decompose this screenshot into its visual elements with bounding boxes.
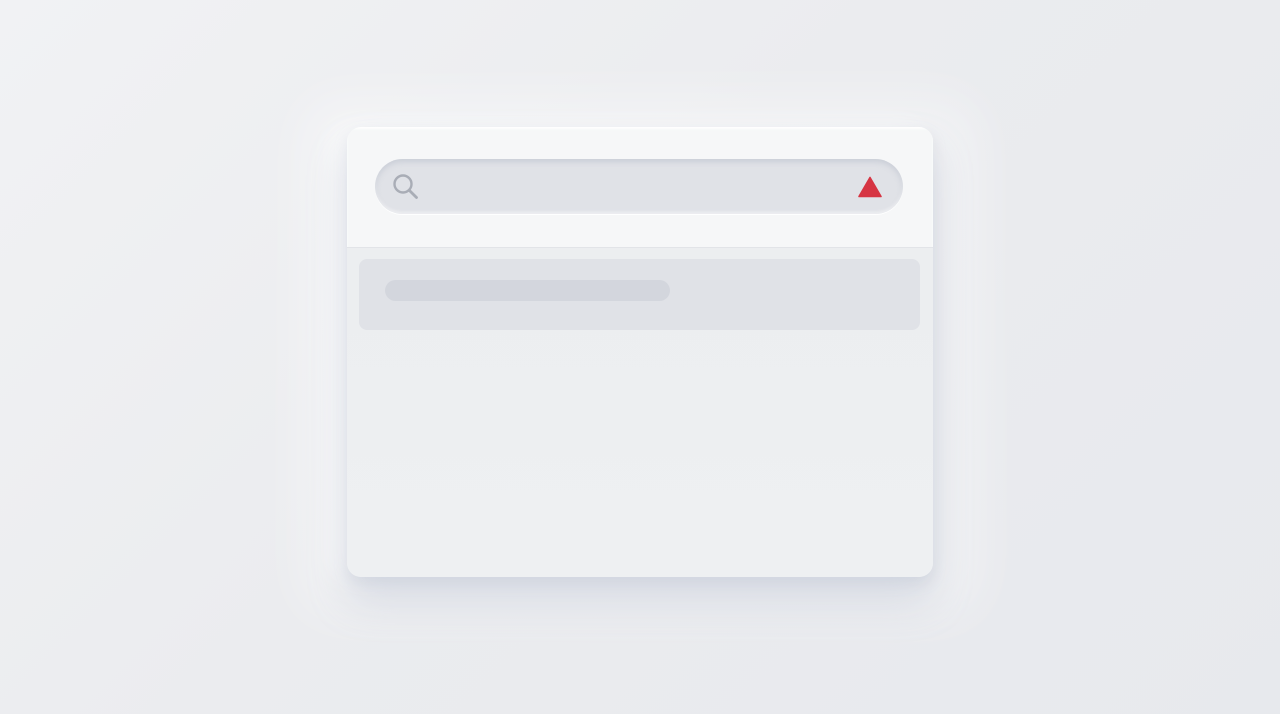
search-panel bbox=[347, 127, 933, 577]
warning-icon[interactable] bbox=[857, 175, 883, 199]
list-item-label-placeholder bbox=[385, 280, 670, 301]
list-item[interactable] bbox=[359, 259, 920, 330]
search-input[interactable] bbox=[433, 169, 837, 205]
search-bar[interactable] bbox=[375, 159, 903, 214]
panel-header bbox=[347, 127, 933, 248]
search-icon[interactable] bbox=[391, 172, 421, 202]
